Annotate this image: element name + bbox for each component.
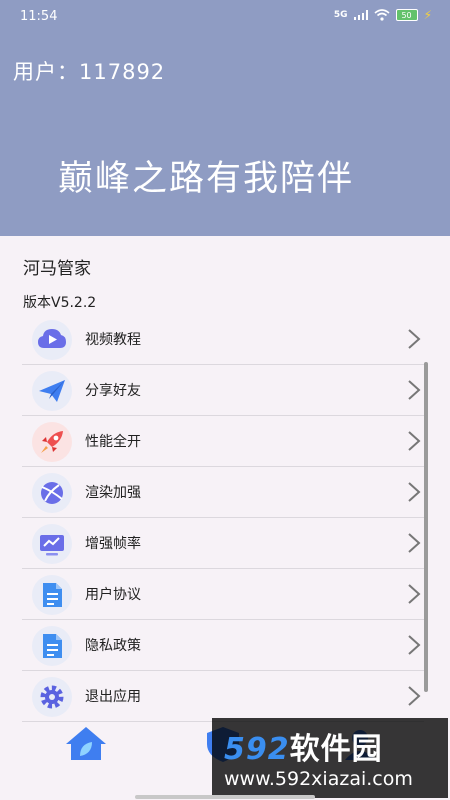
planet-icon: [32, 473, 72, 513]
status-time: 11:54: [20, 9, 58, 24]
scrollbar[interactable]: [424, 362, 428, 692]
video-cloud-icon: [32, 320, 72, 360]
signal-bars-icon: [353, 10, 368, 20]
menu-item-video-tutorial[interactable]: 视频教程: [22, 314, 424, 365]
battery-icon: 50: [395, 9, 418, 21]
menu-item-share-friends[interactable]: 分享好友: [22, 365, 424, 416]
watermark-url: www.592xiazai.com: [224, 768, 413, 790]
menu-item-label: 增强帧率: [85, 536, 141, 552]
home-icon[interactable]: [64, 724, 108, 762]
chevron-right-icon: [408, 635, 421, 655]
chevron-right-icon: [408, 431, 421, 451]
chevron-right-icon: [408, 482, 421, 502]
watermark-logo: 592软件园: [224, 724, 383, 768]
menu-item-label: 退出应用: [85, 689, 141, 705]
menu-item-render-boost[interactable]: 渲染加强: [22, 467, 424, 518]
monitor-icon: [32, 524, 72, 564]
user-info: 用户：117892: [13, 56, 165, 86]
menu-item-label: 用户协议: [85, 587, 141, 603]
menu-item-label: 分享好友: [85, 383, 141, 399]
gear-icon: [32, 677, 72, 717]
signal-icon: 5G: [333, 10, 348, 20]
charging-icon: ⚡: [423, 8, 432, 22]
watermark-logo-text: 软件园: [289, 732, 383, 767]
menu-item-exit-app[interactable]: 退出应用: [22, 671, 424, 722]
home-indicator[interactable]: [135, 795, 315, 799]
chevron-right-icon: [408, 329, 421, 349]
paper-plane-icon: [32, 371, 72, 411]
chevron-right-icon: [408, 533, 421, 553]
slogan: 巅峰之路有我陪伴: [58, 159, 355, 199]
chevron-right-icon: [408, 380, 421, 400]
watermark: 592软件园 www.592xiazai.com: [212, 718, 448, 798]
menu-item-full-performance[interactable]: 性能全开: [22, 416, 424, 467]
app-name: 河马管家: [23, 259, 91, 279]
menu-item-frame-rate[interactable]: 增强帧率: [22, 518, 424, 569]
watermark-logo-num: 592: [224, 732, 290, 767]
menu-item-label: 视频教程: [85, 332, 141, 348]
menu-item-user-agreement[interactable]: 用户协议: [22, 569, 424, 620]
menu-item-label: 隐私政策: [85, 638, 141, 654]
menu-item-label: 渲染加强: [85, 485, 141, 501]
rocket-icon: [32, 422, 72, 462]
app-version: 版本V5.2.2: [23, 295, 97, 311]
header-banner: 11:54 5G 50 ⚡ 用户：117892 巅峰之路有我陪伴: [0, 0, 450, 236]
document-icon: [32, 575, 72, 615]
chevron-right-icon: [408, 686, 421, 706]
document-icon: [32, 626, 72, 666]
menu-list: 视频教程 分享好友 性能全开 渲染加强 增强帧率 用户协议 隐私政策 退出应用: [22, 314, 424, 722]
user-id: 117892: [79, 60, 166, 84]
menu-item-label: 性能全开: [85, 434, 141, 450]
status-bar: 11:54 5G 50 ⚡: [0, 0, 450, 34]
menu-item-privacy-policy[interactable]: 隐私政策: [22, 620, 424, 671]
chevron-right-icon: [408, 584, 421, 604]
user-label: 用户：: [13, 60, 79, 84]
wifi-icon: [374, 9, 390, 21]
status-icons: 5G 50 ⚡: [334, 8, 432, 22]
